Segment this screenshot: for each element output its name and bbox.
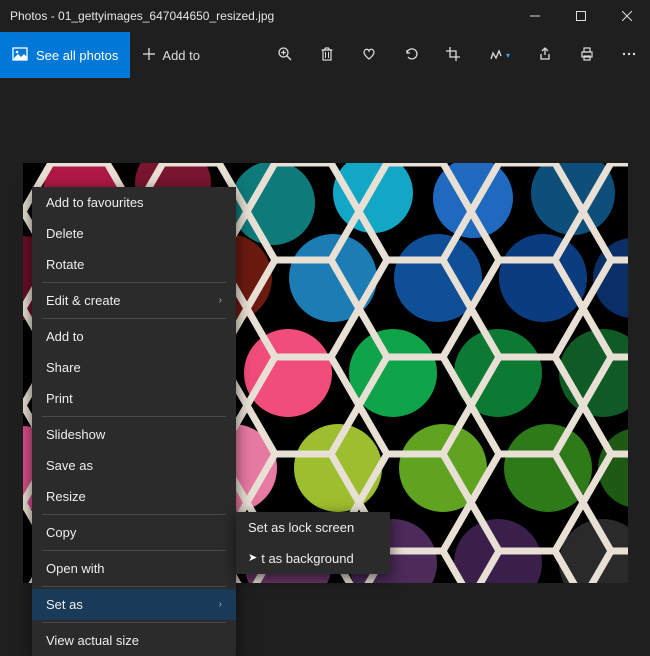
- menu-delete[interactable]: Delete: [32, 218, 236, 249]
- menu-label: Save as: [46, 458, 93, 473]
- menu-share[interactable]: Share: [32, 352, 236, 383]
- chevron-right-icon: ›: [219, 295, 222, 306]
- more-icon: [621, 46, 637, 65]
- menu-open-with[interactable]: Open with: [32, 553, 236, 584]
- toolbar: See all photos Add to ▾: [0, 32, 650, 78]
- crop-icon: [445, 46, 461, 65]
- titlebar: Photos - 01_gettyimages_647044650_resize…: [0, 0, 650, 32]
- zoom-button[interactable]: [264, 32, 306, 78]
- menu-label: Rotate: [46, 257, 84, 272]
- submenu-label: t as background: [261, 551, 354, 566]
- see-all-photos-button[interactable]: See all photos: [0, 32, 130, 78]
- menu-add-to[interactable]: Add to: [32, 321, 236, 352]
- menu-separator: [42, 514, 226, 515]
- rotate-icon: [403, 46, 419, 65]
- menu-save-as[interactable]: Save as: [32, 450, 236, 481]
- close-button[interactable]: [604, 0, 650, 32]
- menu-label: Delete: [46, 226, 84, 241]
- menu-separator: [42, 622, 226, 623]
- submenu-lock-screen[interactable]: Set as lock screen: [236, 512, 390, 543]
- print-button[interactable]: [566, 32, 608, 78]
- menu-slideshow[interactable]: Slideshow: [32, 419, 236, 450]
- menu-separator: [42, 550, 226, 551]
- menu-separator: [42, 586, 226, 587]
- heart-icon: [361, 46, 377, 65]
- trash-icon: [319, 46, 335, 65]
- menu-print[interactable]: Print: [32, 383, 236, 414]
- share-icon: [537, 46, 553, 65]
- plus-icon: [142, 47, 156, 64]
- window-title: Photos - 01_gettyimages_647044650_resize…: [0, 9, 512, 23]
- menu-add-favourites[interactable]: Add to favourites: [32, 187, 236, 218]
- crop-button[interactable]: [432, 32, 474, 78]
- maximize-button[interactable]: [558, 0, 604, 32]
- see-all-photos-label: See all photos: [36, 48, 118, 63]
- more-button[interactable]: [608, 32, 650, 78]
- menu-resize[interactable]: Resize: [32, 481, 236, 512]
- delete-button[interactable]: [306, 32, 348, 78]
- cursor-icon: ➤: [248, 553, 257, 564]
- add-to-button[interactable]: Add to: [130, 32, 212, 78]
- menu-view-actual[interactable]: View actual size: [32, 625, 236, 656]
- menu-copy[interactable]: Copy: [32, 517, 236, 548]
- menu-label: Copy: [46, 525, 76, 540]
- menu-rotate[interactable]: Rotate: [32, 249, 236, 280]
- menu-label: Set as: [46, 597, 83, 612]
- minimize-button[interactable]: [512, 0, 558, 32]
- add-to-label: Add to: [162, 48, 200, 63]
- menu-edit-create[interactable]: Edit & create ›: [32, 285, 236, 316]
- draw-icon: [488, 46, 504, 65]
- favourite-button[interactable]: [348, 32, 390, 78]
- menu-label: Add to favourites: [46, 195, 144, 210]
- edit-draw-button[interactable]: ▾: [474, 32, 524, 78]
- menu-separator: [42, 282, 226, 283]
- menu-label: Edit & create: [46, 293, 120, 308]
- menu-label: Share: [46, 360, 81, 375]
- chevron-down-icon: ▾: [506, 51, 510, 60]
- chevron-right-icon: ›: [219, 599, 222, 610]
- menu-label: Add to: [46, 329, 84, 344]
- rotate-button[interactable]: [390, 32, 432, 78]
- menu-label: Print: [46, 391, 73, 406]
- share-button[interactable]: [524, 32, 566, 78]
- menu-separator: [42, 416, 226, 417]
- menu-set-as[interactable]: Set as ›: [32, 589, 236, 620]
- menu-label: Open with: [46, 561, 105, 576]
- photos-icon: [12, 46, 28, 65]
- set-as-submenu: Set as lock screen ➤ t as background: [236, 512, 390, 574]
- menu-separator: [42, 318, 226, 319]
- zoom-icon: [277, 46, 293, 65]
- print-icon: [579, 46, 595, 65]
- submenu-background[interactable]: ➤ t as background: [236, 543, 390, 574]
- menu-label: View actual size: [46, 633, 139, 648]
- menu-label: Resize: [46, 489, 86, 504]
- menu-label: Slideshow: [46, 427, 105, 442]
- submenu-label: Set as lock screen: [248, 520, 354, 535]
